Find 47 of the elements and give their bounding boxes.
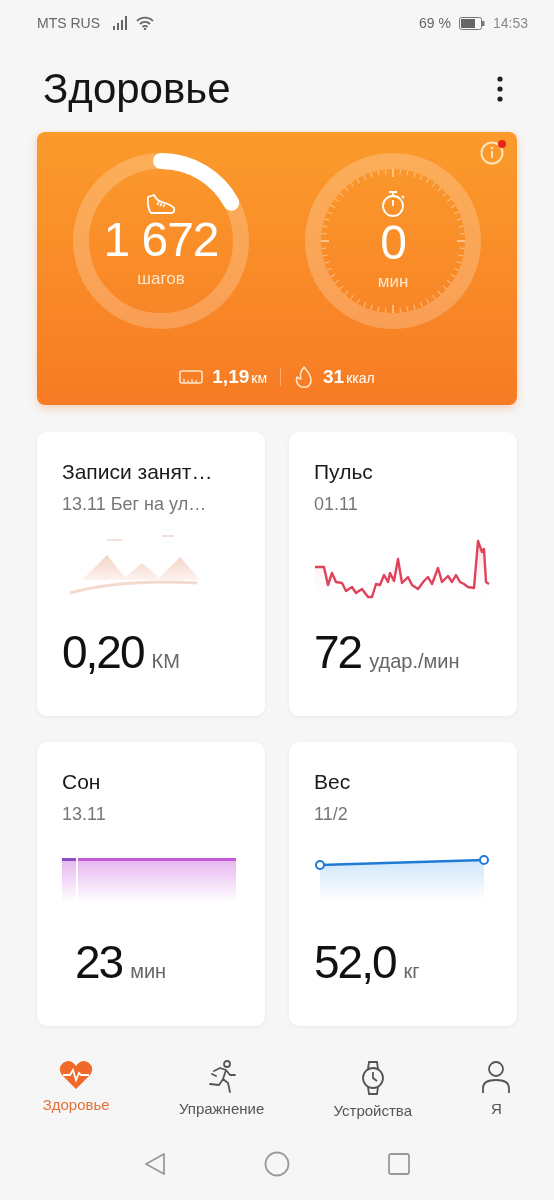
metric-card[interactable]: Записи занят… 13.11 Бег на ул… 0,20 КМ [37, 432, 265, 716]
metric-card[interactable]: Пульс 01.11 72 удар./мин [289, 432, 517, 716]
card-value: 23 [75, 935, 123, 989]
shoe-icon [145, 192, 177, 215]
card-unit: КМ [151, 650, 180, 673]
card-date: 13.11 Бег на ул… [62, 494, 208, 515]
distance-total: 1,19 км [212, 366, 268, 388]
ruler-icon [179, 370, 204, 384]
card-unit: мин [130, 960, 167, 983]
card-value: 72 [314, 625, 362, 679]
ring-unit: шагов [137, 269, 185, 290]
wifi-icon [136, 16, 154, 30]
signal-icon [112, 16, 128, 30]
card-date: 01.11 [314, 494, 359, 515]
battery-icon [458, 16, 485, 30]
nav-tab[interactable]: Я [479, 1056, 514, 1123]
more-menu-icon[interactable] [496, 75, 504, 103]
ring-value: 0 [380, 217, 406, 269]
card-title: Вес [314, 770, 352, 794]
back-icon[interactable] [144, 1152, 166, 1176]
card-date: 11/2 [314, 804, 349, 825]
stopwatch-icon [380, 189, 406, 218]
card-value: 52,0 [314, 935, 396, 989]
watch-icon [359, 1060, 386, 1096]
home-icon[interactable] [264, 1151, 290, 1177]
clock-time: 14:53 [492, 15, 528, 31]
battery-percent: 69 % [419, 15, 451, 31]
metric-card[interactable]: Вес 11/2 52,0 кг [289, 742, 517, 1026]
card-value: 0,20 [62, 625, 144, 679]
card-date: 13.11 [62, 804, 107, 825]
nav-tab[interactable]: Устройства [331, 1056, 414, 1123]
card-title: Пульс [314, 460, 374, 484]
recents-icon[interactable] [388, 1153, 410, 1175]
heart-icon [59, 1060, 94, 1090]
metric-card[interactable]: Сон 13.11 23 мин [37, 742, 265, 1026]
carrier-name: MTS RUS [37, 15, 100, 31]
calories-total: 31 ккал [323, 366, 375, 388]
page-title: Здоровье [43, 65, 231, 113]
nav-tab[interactable]: Упражнение [176, 1056, 267, 1123]
flame-icon [294, 366, 315, 388]
ring-value: 1 672 [103, 214, 219, 266]
card-unit: удар./мин [369, 650, 460, 673]
ring-unit: мин [377, 272, 409, 293]
card-title: Сон [62, 770, 102, 794]
card-title: Записи занят… [62, 460, 214, 484]
card-unit: кг [403, 960, 420, 983]
person-icon [481, 1060, 512, 1094]
